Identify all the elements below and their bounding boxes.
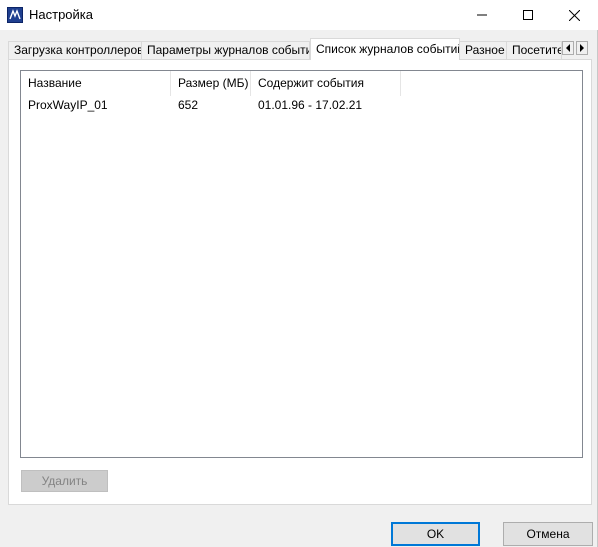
settings-dialog: Настройка Загрузка контроллеров Параметр…: [0, 0, 598, 547]
maximize-button[interactable]: [505, 0, 551, 30]
tab-scroll-right-button[interactable]: [576, 41, 588, 55]
tab-label: Разное: [465, 43, 505, 57]
event-log-list[interactable]: Название Размер (МБ) Содержит события Pr…: [20, 70, 583, 458]
tab-event-log-params[interactable]: Параметры журналов событий: [141, 41, 310, 60]
tab-label: Список журналов событий: [316, 42, 460, 56]
maximize-icon: [523, 10, 533, 20]
window-title: Настройка: [29, 7, 93, 22]
tab-misc[interactable]: Разное: [459, 41, 507, 60]
cell-events: 01.01.96 - 17.02.21: [258, 98, 363, 112]
tab-strip: Загрузка контроллеров Параметры журналов…: [8, 38, 592, 60]
tab-label: Загрузка контроллеров: [14, 43, 142, 57]
tab-label: Параметры журналов событий: [147, 43, 310, 57]
app-icon: [7, 7, 23, 23]
tab-scroll-left-button[interactable]: [562, 41, 574, 55]
cell-size: 652: [178, 98, 199, 112]
close-icon: [568, 9, 580, 21]
title-bar[interactable]: Настройка: [0, 0, 598, 30]
close-button[interactable]: [551, 0, 597, 30]
tab-controllers-load[interactable]: Загрузка контроллеров: [8, 41, 142, 60]
delete-button[interactable]: Удалить: [21, 470, 108, 492]
tab-label: Посетите: [512, 43, 562, 57]
tab-visit[interactable]: Посетите: [506, 41, 562, 60]
ok-button[interactable]: OK: [391, 522, 480, 546]
tab-page-event-log-list: Название Размер (МБ) Содержит события Pr…: [8, 59, 592, 505]
list-item[interactable]: ProxWayIP_01 652 01.01.96 - 17.02.21: [21, 97, 582, 114]
minimize-button[interactable]: [459, 0, 505, 30]
column-header-name[interactable]: Название: [21, 71, 171, 96]
scroll-left-icon: [566, 44, 570, 52]
cancel-button[interactable]: Отмена: [503, 522, 593, 546]
list-header: Название Размер (МБ) Содержит события: [21, 71, 582, 96]
column-header-events[interactable]: Содержит события: [251, 71, 401, 96]
cell-name: ProxWayIP_01: [28, 98, 108, 112]
column-header-size[interactable]: Размер (МБ): [171, 71, 251, 96]
minimize-icon: [477, 14, 487, 16]
tab-event-log-list[interactable]: Список журналов событий: [310, 38, 460, 60]
scroll-right-icon: [580, 44, 584, 52]
